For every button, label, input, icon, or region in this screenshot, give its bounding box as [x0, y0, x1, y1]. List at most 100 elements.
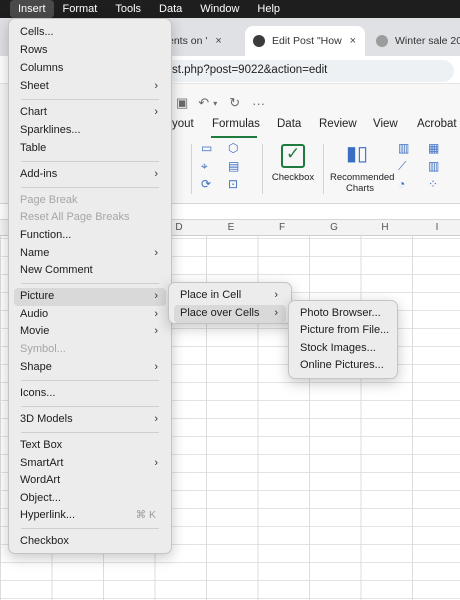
- menu-item-picture-from-file[interactable]: Picture from File...: [294, 322, 392, 340]
- pie-chart-icon[interactable]: ◔: [398, 178, 405, 190]
- menu-item-place-in-cell[interactable]: Place in Cell ›: [174, 287, 286, 305]
- menu-separator: [21, 187, 159, 188]
- menu-item-columns[interactable]: Columns: [14, 60, 166, 78]
- menu-item-label: Symbol...: [20, 343, 66, 355]
- checkbox-button[interactable]: ✓: [281, 144, 305, 168]
- close-icon[interactable]: ×: [350, 35, 356, 47]
- hierarchy-chart-icon[interactable]: ▦: [428, 142, 439, 154]
- tab-view[interactable]: View: [373, 118, 398, 130]
- undo-icon[interactable]: ↶: [198, 95, 209, 111]
- column-header-i[interactable]: I: [412, 222, 460, 233]
- menubar-format[interactable]: Format: [54, 0, 107, 18]
- statistic-chart-icon[interactable]: ▥: [428, 160, 439, 172]
- column-header-e[interactable]: E: [206, 222, 256, 233]
- menu-item-smartart[interactable]: SmartArt ›: [14, 455, 166, 473]
- menu-item-label: Place in Cell: [180, 289, 242, 301]
- chevron-right-icon: ›: [154, 325, 158, 337]
- tab-page-layout[interactable]: yout: [172, 118, 194, 130]
- menu-item-online-pictures[interactable]: Online Pictures...: [294, 357, 392, 375]
- menu-item-photo-browser[interactable]: Photo Browser...: [294, 305, 392, 323]
- undo-dropdown-icon[interactable]: ▾: [213, 99, 217, 108]
- menu-item-icons[interactable]: Icons...: [14, 385, 166, 403]
- menu-item-movie[interactable]: Movie ›: [14, 323, 166, 341]
- save-icon[interactable]: ▣: [176, 95, 188, 111]
- menu-separator: [21, 528, 159, 529]
- menubar-tools[interactable]: Tools: [106, 0, 150, 18]
- screenshot-icon[interactable]: ⊡: [228, 178, 238, 190]
- chevron-right-icon: ›: [154, 80, 158, 92]
- menu-item-add-ins[interactable]: Add-ins ›: [14, 166, 166, 184]
- group-separator: [262, 144, 263, 194]
- tab-data[interactable]: Data: [277, 118, 301, 130]
- menu-item-label: Rows: [20, 44, 48, 56]
- menu-item-label: Online Pictures...: [300, 359, 384, 371]
- menu-item-wordart[interactable]: WordArt: [14, 472, 166, 490]
- tab-review[interactable]: Review: [319, 118, 357, 130]
- tab-acrobat[interactable]: Acrobat: [417, 118, 457, 130]
- menu-separator: [21, 406, 159, 407]
- menu-item-shape[interactable]: Shape ›: [14, 359, 166, 377]
- shortcut-label: ⌘ K: [135, 509, 156, 521]
- menu-item-label: Function...: [20, 229, 72, 241]
- menu-bar: Insert Format Tools Data Window Help: [0, 0, 460, 18]
- menu-item-label: Shape: [20, 361, 52, 373]
- menu-item-picture[interactable]: Picture ›: [14, 288, 166, 306]
- menu-item-label: Text Box: [20, 439, 63, 451]
- 3d-model-icon[interactable]: ⟳: [201, 178, 211, 190]
- smartart-icon[interactable]: ▤: [228, 160, 239, 172]
- menu-item-label: Hyperlink...: [20, 509, 76, 521]
- menu-item-audio[interactable]: Audio ›: [14, 306, 166, 324]
- menu-item-text-box[interactable]: Text Box: [14, 437, 166, 455]
- url-text: st.php?post=9022&action=edit: [172, 64, 328, 76]
- recommended-charts-icon[interactable]: ▮▯: [346, 144, 368, 164]
- browser-tab-winter-sale[interactable]: Winter sale 20: [368, 26, 460, 56]
- menu-item-cells[interactable]: Cells...: [14, 24, 166, 42]
- line-chart-icon[interactable]: ⟋: [398, 160, 406, 172]
- menu-item-place-over-cells[interactable]: Place over Cells ›: [174, 305, 286, 323]
- menu-item-function[interactable]: Function...: [14, 227, 166, 245]
- column-header-f[interactable]: F: [257, 222, 307, 233]
- menu-item-rows[interactable]: Rows: [14, 42, 166, 60]
- menu-item-new-comment[interactable]: New Comment: [14, 262, 166, 280]
- menu-item-table[interactable]: Table: [14, 140, 166, 158]
- menu-item-label: Audio: [20, 308, 49, 320]
- menu-item-sparklines[interactable]: Sparklines...: [14, 122, 166, 140]
- scatter-chart-icon[interactable]: ⁘: [428, 178, 438, 190]
- menu-item-hyperlink[interactable]: Hyperlink... ⌘ K: [14, 507, 166, 525]
- menu-item-checkbox[interactable]: Checkbox: [14, 533, 166, 551]
- menu-item-label: Table: [20, 142, 47, 154]
- menu-item-stock-images[interactable]: Stock Images...: [294, 340, 392, 358]
- menubar-data[interactable]: Data: [150, 0, 191, 18]
- menubar-help[interactable]: Help: [248, 0, 289, 18]
- wordpress-icon: [253, 35, 265, 47]
- menu-item-label: SmartArt: [20, 457, 64, 469]
- menu-item-3d-models[interactable]: 3D Models ›: [14, 411, 166, 429]
- icons-icon[interactable]: ⌖: [201, 160, 208, 172]
- menu-item-label: WordArt: [20, 474, 61, 486]
- close-icon[interactable]: ×: [215, 35, 221, 47]
- menubar-insert[interactable]: Insert: [10, 0, 54, 18]
- column-header-h[interactable]: H: [360, 222, 410, 233]
- menu-separator: [21, 283, 159, 284]
- menu-item-name[interactable]: Name ›: [14, 245, 166, 263]
- menubar-window[interactable]: Window: [191, 0, 248, 18]
- column-header-g[interactable]: G: [309, 222, 359, 233]
- menu-item-object[interactable]: Object...: [14, 490, 166, 508]
- menu-item-sheet[interactable]: Sheet ›: [14, 78, 166, 96]
- more-commands-icon[interactable]: ···: [252, 96, 265, 111]
- menu-item-label: Name: [20, 247, 50, 259]
- column-chart-icon[interactable]: ▥: [398, 142, 409, 154]
- tab-formulas[interactable]: Formulas: [212, 118, 260, 130]
- picture-submenu: Place in Cell › Place over Cells ›: [168, 282, 292, 324]
- menu-item-label: Picture from File...: [300, 324, 390, 336]
- browser-tab-edit-post[interactable]: Edit Post "How ×: [245, 26, 365, 56]
- tab-label: Winter sale 20: [395, 35, 460, 47]
- picture-icon[interactable]: ▭: [201, 142, 212, 154]
- menu-item-chart[interactable]: Chart ›: [14, 104, 166, 122]
- menu-item-label: Photo Browser...: [300, 307, 381, 319]
- menu-item-label: Add-ins: [20, 168, 58, 180]
- group-separator: [323, 144, 324, 194]
- menu-item-label: Checkbox: [20, 535, 69, 547]
- redo-icon[interactable]: ↻: [229, 95, 240, 111]
- shapes-icon[interactable]: ⬡: [228, 142, 238, 154]
